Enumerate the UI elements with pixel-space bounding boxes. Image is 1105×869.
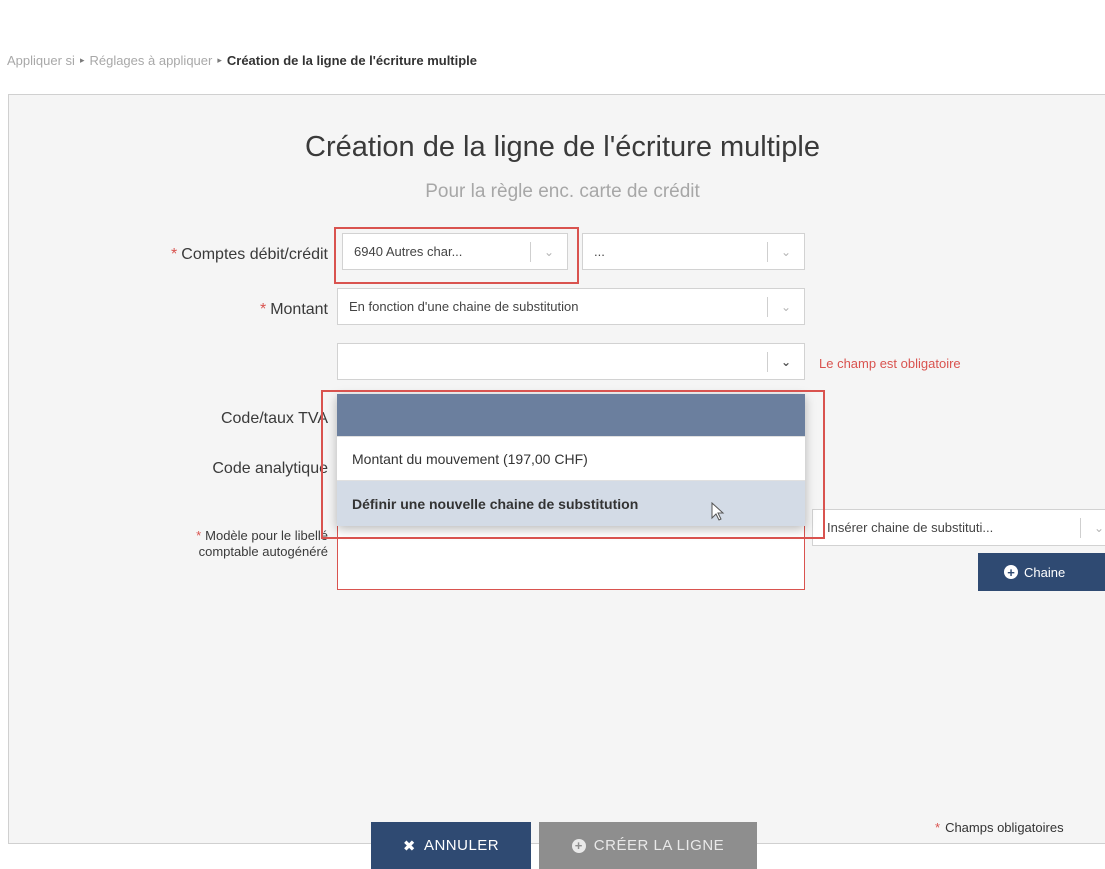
required-star: *	[259, 301, 267, 318]
cancel-label: ANNULER	[423, 837, 500, 854]
amount-value: En fonction d'une chaine de substitution	[349, 299, 579, 314]
breadcrumb-separator-icon: ▸	[217, 55, 222, 65]
amount-label: * Montant	[259, 301, 328, 318]
page-subtitle: Pour la règle enc. carte de crédit	[425, 181, 700, 202]
required-fields-note: * Champs obligatoires	[935, 820, 1064, 835]
insert-chain-value: Insérer chaine de substituti...	[827, 520, 994, 535]
breadcrumb-separator-icon: ▸	[79, 55, 85, 65]
plus-circle-icon: +	[571, 838, 586, 853]
chevron-down-icon[interactable]: ⌄	[1081, 521, 1105, 535]
breadcrumb: Appliquer si ▸ Réglages à appliquer ▸ Cr…	[7, 53, 477, 68]
amount-select[interactable]: En fonction d'une chaine de substitution…	[337, 288, 805, 325]
error-message: Le champ est obligatoire	[819, 356, 961, 371]
credit-account-value: ...	[594, 244, 605, 259]
create-line-label: CRÉER LA LIGNE	[593, 837, 725, 854]
cancel-button[interactable]: ✖ ANNULER	[371, 822, 531, 869]
page-title: Création de la ligne de l'écriture multi…	[305, 131, 820, 163]
plus-circle-icon: +	[1004, 565, 1018, 579]
analytic-label: Code analytique	[212, 460, 328, 477]
template-label: * Modèle pour le libellé comptable autogé…	[196, 528, 328, 559]
required-star: *	[935, 820, 941, 835]
breadcrumb-item-reglages[interactable]: Réglages à appliquer	[89, 53, 212, 68]
insert-chain-select[interactable]: Insérer chaine de substituti... ⌄	[812, 509, 1105, 546]
chevron-down-icon[interactable]: ⌄	[768, 300, 804, 314]
breadcrumb-item-current: Création de la ligne de l'écriture multi…	[226, 53, 478, 68]
chevron-down-icon[interactable]: ⌄	[768, 355, 804, 369]
required-star: *	[171, 246, 178, 263]
debit-account-value: 6940 Autres char...	[354, 244, 463, 259]
chevron-down-icon[interactable]: ⌄	[768, 245, 804, 259]
accounts-label: * Comptes débit/crédit	[171, 246, 328, 263]
mouse-pointer-icon	[711, 502, 725, 521]
breadcrumb-item-appliquer-si[interactable]: Appliquer si	[7, 53, 75, 68]
debit-account-select[interactable]: 6940 Autres char... ⌄	[342, 233, 568, 270]
required-star: *	[196, 528, 202, 543]
dropdown-highlight-box	[321, 390, 825, 539]
close-icon: ✖	[402, 837, 416, 855]
credit-account-select[interactable]: ... ⌄	[582, 233, 805, 270]
create-line-button[interactable]: + CRÉER LA LIGNE	[539, 822, 757, 869]
add-chain-button[interactable]: + Chaine	[978, 553, 1105, 591]
chevron-down-icon[interactable]: ⌄	[531, 245, 567, 259]
vat-label: Code/taux TVA	[220, 410, 328, 427]
add-chain-label: Chaine	[1024, 564, 1066, 580]
substitution-chain-select[interactable]: ⌄	[337, 343, 805, 380]
